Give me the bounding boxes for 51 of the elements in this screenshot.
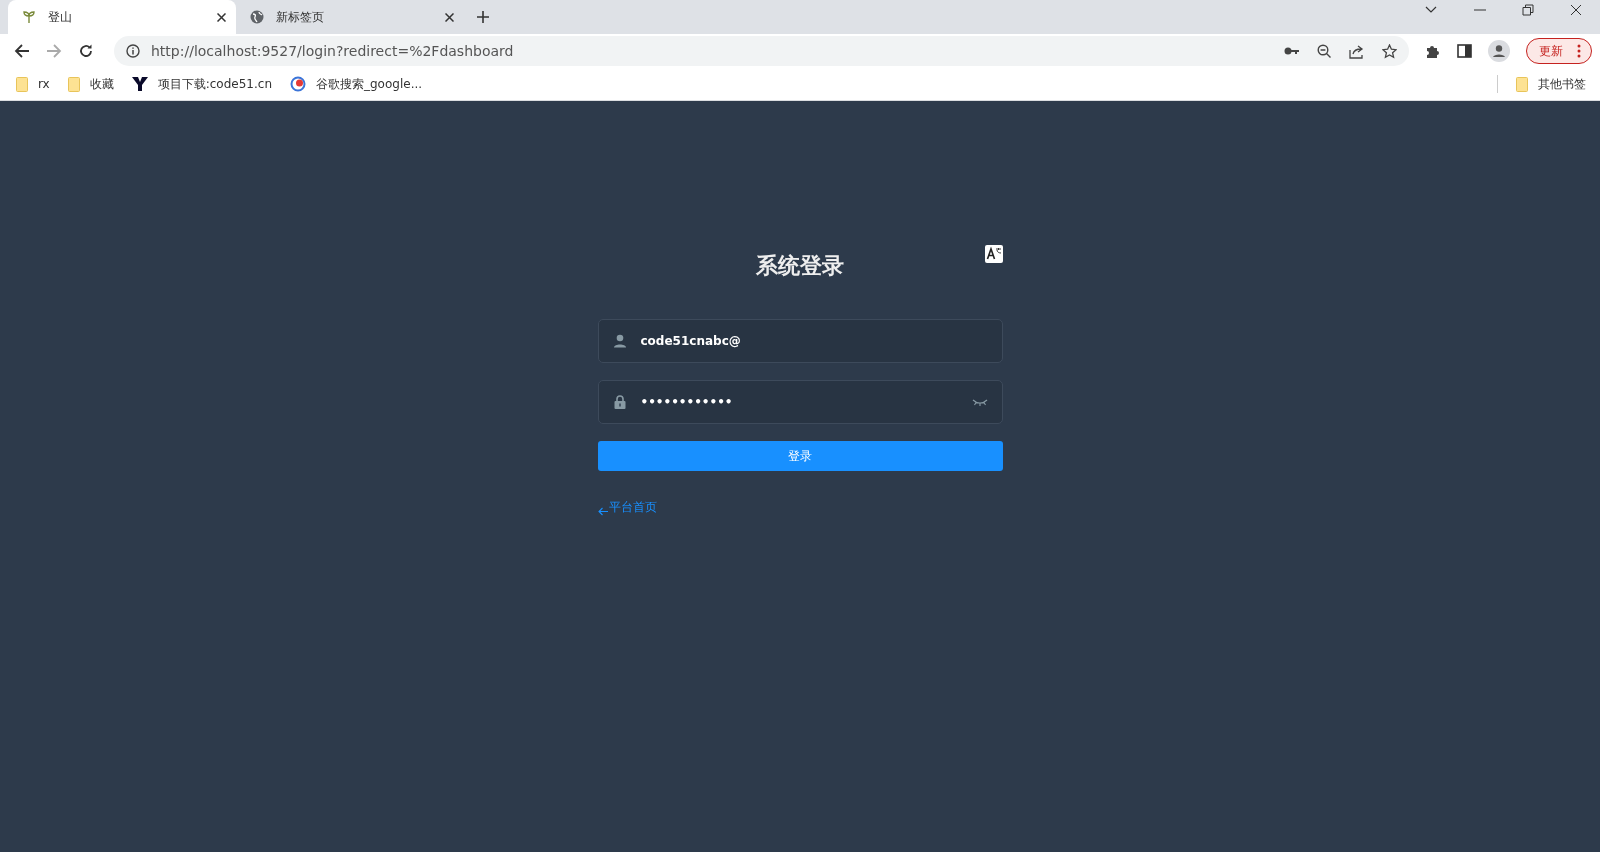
star-icon[interactable]	[1382, 43, 1397, 59]
browser-tab[interactable]: 登山	[8, 0, 236, 34]
tab-title: 新标签页	[276, 8, 325, 26]
close-icon[interactable]	[217, 12, 226, 22]
folder-icon	[16, 76, 28, 92]
login-title: 系统登录	[756, 252, 844, 280]
bookmark-label: 项目下载:code51.cn	[157, 75, 272, 93]
bookmark-label: 谷歌搜索_google...	[316, 75, 423, 93]
lock-icon	[612, 395, 627, 409]
translate-icon[interactable]	[984, 245, 1003, 263]
update-button[interactable]: 更新	[1526, 38, 1592, 64]
bookmark-item[interactable]: rx	[16, 76, 50, 92]
info-icon	[126, 44, 140, 58]
username-value: code51cnabc@	[640, 334, 742, 348]
home-link[interactable]: 平台首页	[597, 499, 657, 516]
globe-icon	[250, 10, 264, 24]
address-bar[interactable]: http://localhost:9527/login?redirect=%2Fdashboard	[114, 36, 1409, 66]
reload-icon[interactable]	[78, 43, 94, 59]
folder-icon	[67, 76, 80, 92]
new-tab-icon[interactable]	[476, 10, 490, 24]
password-value: ••••••••••••	[640, 395, 734, 409]
bookmark-item[interactable]: 其他书签	[1516, 75, 1586, 93]
puzzle-icon[interactable]	[1425, 43, 1441, 59]
back-arrow-icon[interactable]	[14, 43, 30, 59]
bookmark-item[interactable]: 收藏	[67, 75, 114, 93]
browser-tab[interactable]: 新标签页	[236, 0, 464, 34]
zoom-out-icon[interactable]	[1317, 43, 1332, 59]
bookmark-item[interactable]: 项目下载:code51.cn	[131, 75, 272, 93]
bookmark-label: rx	[38, 77, 50, 91]
restore-icon[interactable]	[1522, 4, 1534, 16]
side-panel-icon[interactable]	[1457, 44, 1472, 58]
search-logo-icon	[290, 76, 306, 92]
y-logo-icon	[131, 76, 148, 92]
profile-avatar-icon[interactable]	[1488, 40, 1510, 62]
key-icon[interactable]	[1284, 46, 1300, 56]
more-icon	[1577, 44, 1581, 58]
chevron-down-icon[interactable]	[1424, 5, 1438, 15]
left-arrow-icon	[597, 507, 608, 516]
username-field[interactable]: code51cnabc@	[597, 319, 1003, 363]
tab-title: 登山	[48, 8, 73, 26]
close-icon[interactable]	[1570, 4, 1582, 16]
sprout-icon	[22, 10, 36, 24]
password-field[interactable]: ••••••••••••	[597, 380, 1003, 424]
folder-icon	[1516, 76, 1528, 92]
share-icon[interactable]	[1349, 43, 1365, 59]
bookmark-item[interactable]: 谷歌搜索_google...	[290, 75, 423, 93]
close-icon[interactable]	[445, 12, 454, 22]
closed-eye-icon[interactable]	[971, 398, 988, 406]
user-icon	[612, 334, 627, 348]
bookmark-label: 其他书签	[1538, 75, 1586, 93]
bookmark-label: 收藏	[89, 75, 114, 93]
